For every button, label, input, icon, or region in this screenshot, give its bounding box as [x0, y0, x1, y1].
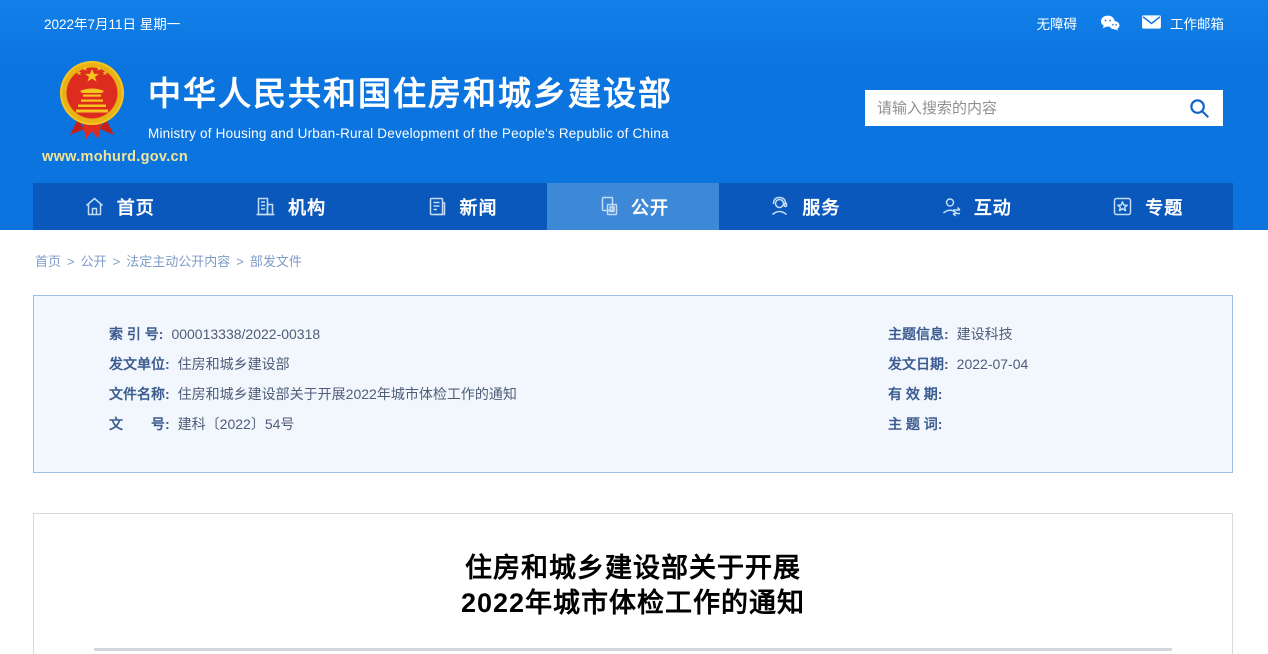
article-title-line2: 2022年城市体检工作的通知 — [460, 588, 806, 618]
meta-label: 有 效 期: — [888, 386, 943, 402]
article-title-line1: 住房和城乡建设部关于开展 — [465, 553, 801, 583]
work-mailbox-label: 工作邮箱 — [1170, 16, 1224, 32]
breadcrumb: 首页 > 公开 > 法定主动公开内容 > 部发文件 — [35, 251, 1268, 270]
main-nav: 首页 机构 新闻 公开 服务 互动 专题 — [33, 183, 1233, 230]
national-emblem-logo — [56, 55, 128, 150]
meta-label: 发文单位: — [109, 356, 170, 372]
envelope-icon — [1141, 14, 1163, 32]
organization-icon — [256, 197, 275, 216]
work-mailbox-link[interactable]: 工作邮箱 — [1141, 13, 1224, 33]
breadcrumb-separator: > — [112, 254, 121, 269]
meta-row-index-number: 索 引 号: 000013338/2022-00318 — [109, 319, 517, 349]
meta-row-document-name: 文件名称: 住房和城乡建设部关于开展2022年城市体检工作的通知 — [109, 379, 517, 409]
interaction-icon — [942, 198, 961, 217]
breadcrumb-current-page: 部发文件 — [249, 254, 302, 269]
service-icon — [772, 196, 788, 216]
meta-row-keywords: 主 题 词: — [888, 409, 1028, 439]
meta-label: 索 引 号: — [109, 326, 164, 342]
document-meta-box: 索 引 号: 000013338/2022-00318 发文单位: 住房和城乡建… — [33, 295, 1233, 473]
article-container: 住房和城乡建设部关于开展 2022年城市体检工作的通知 — [33, 513, 1233, 654]
meta-row-issuing-unit: 发文单位: 住房和城乡建设部 — [109, 349, 517, 379]
meta-value: 建设科技 — [956, 326, 1013, 342]
search-input[interactable] — [877, 99, 1187, 117]
meta-value: 建科〔2022〕54号 — [177, 416, 295, 432]
meta-value: 住房和城乡建设部关于开展2022年城市体检工作的通知 — [177, 386, 517, 402]
meta-label: 发文日期: — [888, 356, 949, 372]
breadcrumb-statutory-content[interactable]: 法定主动公开内容 — [126, 254, 230, 269]
site-url: www.mohurd.gov.cn — [42, 149, 189, 165]
current-date: 2022年7月11日 星期一 — [44, 16, 181, 32]
header: www.mohurd.gov.cn 中华人民共和国住房和城乡建设部 Minist… — [0, 45, 1268, 183]
nav-item-disclosure[interactable]: 公开 — [547, 183, 719, 230]
meta-label: 文件名称: — [109, 386, 170, 402]
meta-value: 住房和城乡建设部 — [177, 356, 290, 372]
meta-row-document-number: 文 号: 建科〔2022〕54号 — [109, 409, 517, 439]
topics-icon — [1113, 197, 1132, 216]
breadcrumb-disclosure[interactable]: 公开 — [81, 254, 107, 269]
search-icon[interactable] — [1187, 96, 1211, 120]
meta-row-subject-info: 主题信息: 建设科技 — [888, 319, 1028, 349]
site-title-english: Ministry of Housing and Urban-Rural Deve… — [148, 126, 669, 141]
nav-item-home[interactable]: 首页 — [33, 183, 204, 230]
meta-value: 000013338/2022-00318 — [171, 326, 321, 342]
site-title: 中华人民共和国住房和城乡建设部 — [148, 75, 673, 112]
disclosure-icon — [601, 196, 618, 216]
meta-row-validity-period: 有 效 期: — [888, 379, 1028, 409]
wechat-icon[interactable] — [1099, 14, 1121, 32]
nav-item-interaction[interactable]: 互动 — [890, 183, 1061, 230]
meta-label: 主 题 词: — [888, 416, 943, 432]
meta-label: 文 号: — [109, 416, 170, 432]
breadcrumb-separator: > — [236, 254, 244, 269]
nav-item-topics[interactable]: 专题 — [1062, 183, 1233, 230]
meta-row-issue-date: 发文日期: 2022-07-04 — [888, 349, 1028, 379]
accessibility-link[interactable]: 无障碍 — [1037, 13, 1078, 33]
nav-item-news[interactable]: 新闻 — [376, 183, 547, 230]
article-title-divider — [94, 648, 1172, 651]
breadcrumb-separator: > — [67, 254, 75, 269]
breadcrumb-home[interactable]: 首页 — [35, 254, 61, 269]
news-icon — [429, 197, 445, 216]
nav-item-organization[interactable]: 机构 — [204, 183, 375, 230]
meta-label: 主题信息: — [888, 326, 949, 342]
meta-value: 2022-07-04 — [956, 356, 1029, 372]
home-icon — [85, 197, 103, 216]
nav-item-services[interactable]: 服务 — [719, 183, 890, 230]
search-box — [865, 90, 1223, 126]
site-header-area: 2022年7月11日 星期一 无障碍 工作邮箱 www.mohurd.gov.c… — [0, 0, 1268, 230]
topbar: 2022年7月11日 星期一 无障碍 工作邮箱 — [0, 0, 1268, 45]
